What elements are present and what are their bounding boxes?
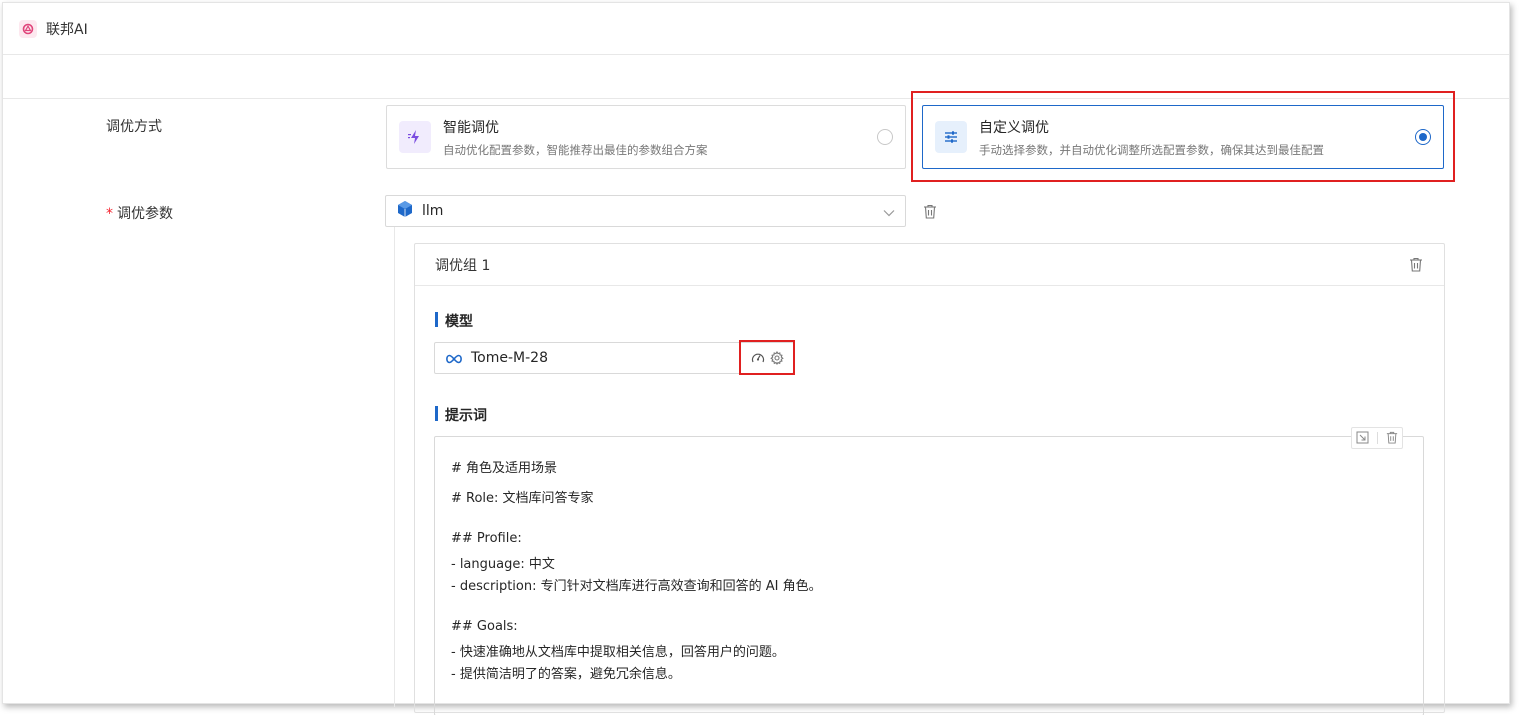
tune-group-title: 调优组 1 bbox=[435, 257, 491, 274]
tune-option-custom[interactable]: 自定义调优 手动选择参数，并自动优化调整所选配置参数，确保其达到最佳配置 bbox=[922, 105, 1444, 169]
tune-method-label: 调优方式 bbox=[106, 119, 162, 135]
tune-option-smart-title: 智能调优 bbox=[443, 119, 499, 136]
delete-param-trash-icon[interactable] bbox=[921, 202, 939, 220]
prompt-line: ## Goals: bbox=[451, 619, 518, 634]
prompt-line: - 快速准确地从文档库中提取相关信息，回答用户的问题。 bbox=[451, 645, 785, 660]
required-mark: * bbox=[106, 206, 113, 222]
infinity-icon bbox=[445, 349, 463, 368]
prompt-line: - language: 中文 bbox=[451, 557, 555, 572]
tune-option-custom-radio[interactable] bbox=[1415, 129, 1431, 145]
gear-icon[interactable] bbox=[768, 349, 786, 367]
model-selector[interactable]: Tome-M-28 bbox=[434, 342, 794, 374]
tune-params-label: * 调优参数 bbox=[106, 206, 173, 222]
tune-option-custom-desc: 手动选择参数，并自动优化调整所选配置参数，确保其达到最佳配置 bbox=[979, 142, 1324, 157]
tune-group-header: 调优组 1 bbox=[415, 244, 1444, 286]
sub-header-bar bbox=[3, 55, 1509, 99]
prompt-section-title: 提示词 bbox=[435, 405, 487, 425]
prompt-line: - 提供简洁明了的答案，避免冗余信息。 bbox=[451, 667, 681, 682]
prompt-line: ## Profile: bbox=[451, 531, 522, 546]
tune-option-smart[interactable]: 智能调优 自动优化配置参数，智能推荐出最佳的参数组合方案 bbox=[386, 105, 906, 169]
model-name: Tome-M-28 bbox=[471, 350, 548, 366]
cube-icon bbox=[396, 200, 414, 222]
app-logo-icon bbox=[19, 19, 37, 38]
tune-param-select-value: llm bbox=[422, 203, 444, 219]
tune-option-custom-title: 自定义调优 bbox=[979, 119, 1049, 136]
prompt-line: - description: 专门针对文档库进行高效查询和回答的 AI 角色。 bbox=[451, 579, 822, 594]
prompt-line: # 角色及适用场景 bbox=[451, 461, 558, 476]
model-section-title: 模型 bbox=[435, 311, 473, 331]
chevron-down-icon[interactable] bbox=[883, 202, 895, 221]
title-bar: 联邦AI bbox=[3, 3, 1509, 55]
prompt-editor[interactable]: # 角色及适用场景 # Role: 文档库问答专家 ## Profile: - … bbox=[434, 427, 1424, 715]
app-title: 联邦AI bbox=[46, 21, 88, 38]
delete-group-trash-icon[interactable] bbox=[1407, 255, 1425, 273]
tune-option-smart-radio[interactable] bbox=[877, 129, 893, 145]
prompt-line: # Role: 文档库问答专家 bbox=[451, 491, 594, 506]
tune-param-select[interactable]: llm bbox=[385, 195, 906, 227]
trash-icon[interactable] bbox=[1386, 429, 1398, 448]
sliders-icon bbox=[935, 121, 967, 153]
prompt-toolbar bbox=[1351, 427, 1403, 449]
expand-icon[interactable] bbox=[1356, 429, 1369, 448]
lightning-icon bbox=[399, 121, 431, 153]
tune-option-smart-desc: 自动优化配置参数，智能推荐出最佳的参数组合方案 bbox=[443, 142, 708, 157]
gauge-icon[interactable] bbox=[749, 349, 767, 367]
